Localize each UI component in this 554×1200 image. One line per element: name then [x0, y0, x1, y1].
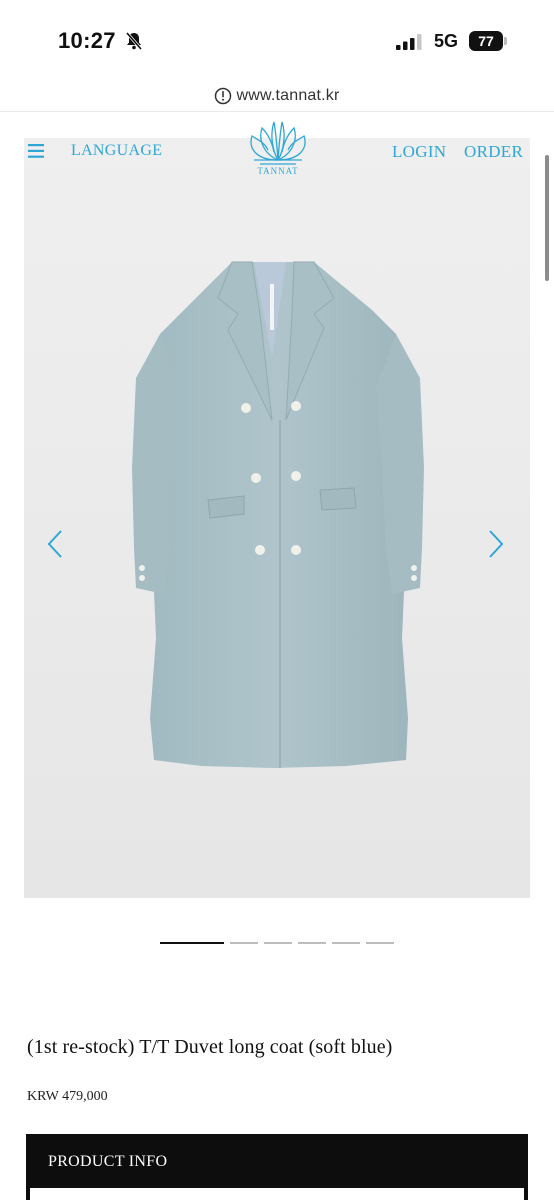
chevron-left-icon[interactable]	[45, 528, 65, 560]
pagination-slide-6[interactable]	[366, 942, 394, 944]
url-bar[interactable]: www.tannat.kr	[0, 80, 554, 112]
hamburger-menu-icon[interactable]	[28, 144, 44, 158]
info-icon[interactable]	[214, 87, 232, 105]
product-title: (1st re-stock) T/T Duvet long coat (soft…	[27, 1036, 393, 1058]
shell-logo-icon	[250, 121, 306, 165]
order-link[interactable]: ORDER	[464, 142, 523, 162]
product-info-label: PRODUCT INFO	[48, 1153, 168, 1170]
product-info-toggle[interactable]: PRODUCT INFO	[26, 1134, 528, 1200]
battery-icon: 77	[469, 31, 509, 51]
pagination-slide-4[interactable]	[298, 942, 326, 944]
product-info-panel	[30, 1188, 524, 1200]
tannat-logo[interactable]: TANNAT	[238, 120, 318, 182]
bell-slash-icon	[125, 32, 143, 50]
pagination-slide-1[interactable]	[160, 942, 224, 944]
scrollbar[interactable]	[545, 155, 549, 281]
status-bar: 10:27 5G 77	[0, 0, 554, 80]
battery-tip	[504, 37, 507, 45]
site-header: LANGUAGE TANNAT LOGIN ORDER	[24, 120, 530, 190]
login-link[interactable]: LOGIN	[392, 142, 446, 162]
product-price: KRW 479,000	[27, 1089, 108, 1104]
chevron-right-icon[interactable]	[486, 528, 506, 560]
pagination-slide-3[interactable]	[264, 942, 292, 944]
url-text[interactable]: www.tannat.kr	[236, 87, 339, 105]
battery-level: 77	[469, 31, 503, 51]
signal-icon	[396, 34, 422, 50]
status-time: 10:27	[58, 28, 116, 53]
logo-text: TANNAT	[257, 166, 299, 176]
product-image[interactable]	[24, 138, 530, 898]
coat-image	[24, 138, 530, 898]
pagination-slide-2[interactable]	[230, 942, 258, 944]
network-label: 5G	[434, 31, 459, 51]
pagination-slide-5[interactable]	[332, 942, 360, 944]
language-link[interactable]: LANGUAGE	[71, 142, 162, 160]
